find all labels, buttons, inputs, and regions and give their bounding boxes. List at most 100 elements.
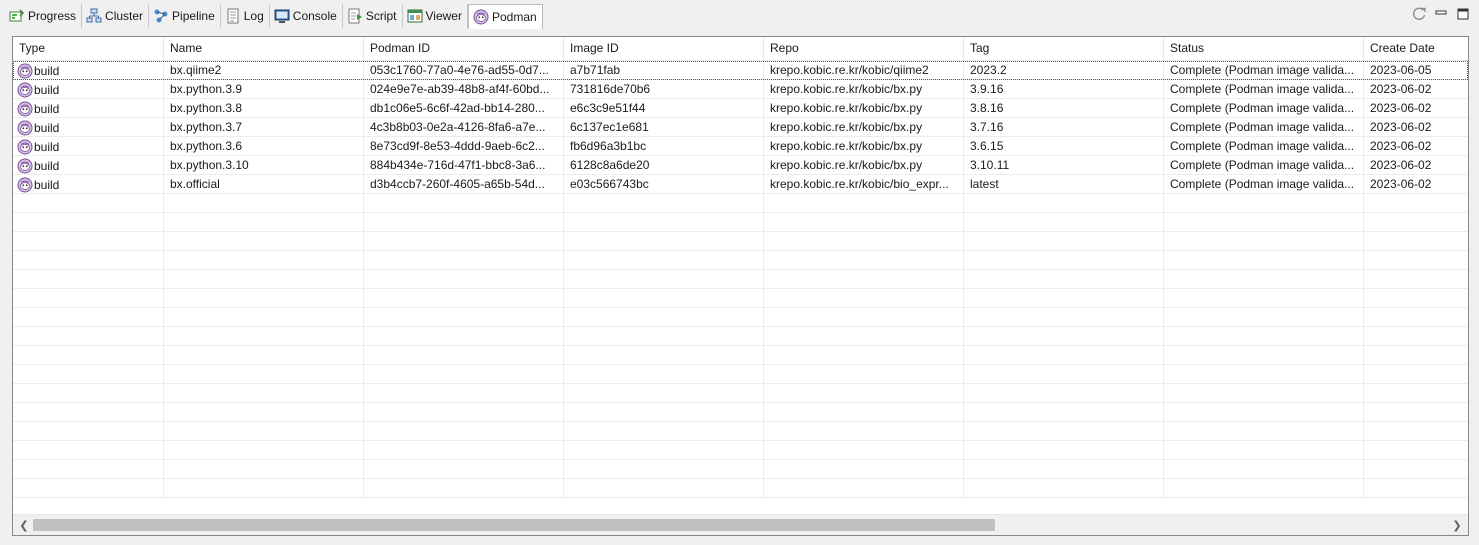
empty-row <box>13 441 1468 460</box>
empty-cell <box>13 365 164 384</box>
cell-podman-id: d3b4ccb7-260f-4605-a65b-54d... <box>364 175 564 194</box>
empty-cell <box>964 213 1164 232</box>
tab-label: Pipeline <box>172 9 215 23</box>
table-row[interactable]: build bx.python.3.9 024e9e7e-ab39-48b8-af4… <box>13 80 1468 99</box>
empty-cell <box>964 346 1164 365</box>
empty-cell <box>964 365 1164 384</box>
table-row[interactable]: build bx.qiime2 053c1760-77a0-4e76-ad55-0d… <box>13 61 1468 80</box>
empty-cell <box>364 384 564 403</box>
table-row[interactable]: build bx.official d3b4ccb7-260f-4605-a65b-… <box>13 175 1468 194</box>
empty-row <box>13 270 1468 289</box>
column-header-name[interactable]: Name <box>164 37 364 61</box>
empty-cell <box>964 194 1164 213</box>
empty-cell <box>1364 213 1468 232</box>
tab-progress[interactable]: Progress <box>5 4 83 28</box>
scroll-right-icon[interactable]: ❯ <box>1448 515 1466 535</box>
table-row[interactable]: build bx.python.3.10 884b434e-716d-47f1-bb… <box>13 156 1468 175</box>
column-header-image-id[interactable]: Image ID <box>564 37 764 61</box>
empty-row <box>13 232 1468 251</box>
cell-text: build <box>34 82 60 97</box>
empty-cell <box>13 289 164 308</box>
column-header-podman-id[interactable]: Podman ID <box>364 37 564 61</box>
tab-podman[interactable]: Podman <box>467 4 543 29</box>
empty-cell <box>1164 289 1364 308</box>
table-row[interactable]: build bx.python.3.7 4c3b8b03-0e2a-4126-8fa… <box>13 118 1468 137</box>
empty-cell <box>1164 384 1364 403</box>
scroll-left-icon[interactable]: ❮ <box>15 515 33 535</box>
log-icon <box>225 8 241 24</box>
empty-cell <box>1364 194 1468 213</box>
empty-cell <box>364 422 564 441</box>
column-header-create-date[interactable]: Create Date <box>1364 37 1468 61</box>
tab-log[interactable]: Log <box>221 4 270 28</box>
empty-row <box>13 479 1468 498</box>
empty-cell <box>164 460 364 479</box>
empty-cell <box>164 384 364 403</box>
empty-cell <box>164 289 364 308</box>
empty-cell <box>964 289 1164 308</box>
cell-name: bx.python.3.8 <box>164 99 364 118</box>
tab-label: Viewer <box>425 9 462 23</box>
empty-cell <box>364 346 564 365</box>
cell-tag: 3.8.16 <box>964 99 1164 118</box>
cell-repo: krepo.kobic.re.kr/kobic/qiime2 <box>764 61 964 80</box>
cell-tag: 3.7.16 <box>964 118 1164 137</box>
tab-label: Progress <box>28 9 77 23</box>
podman-icon <box>17 82 33 98</box>
empty-cell <box>764 213 964 232</box>
refresh-icon[interactable] <box>1411 6 1427 22</box>
column-header-type[interactable]: Type <box>13 37 164 61</box>
empty-cell <box>1364 270 1468 289</box>
tab-script[interactable]: Script <box>343 4 403 28</box>
horizontal-scrollbar[interactable]: ❮ ❯ <box>13 514 1468 535</box>
cell-podman-id: 8e73cd9f-8e53-4ddd-9aeb-6c2... <box>364 137 564 156</box>
empty-cell <box>564 289 764 308</box>
cell-image-id: e6c3c9e51f44 <box>564 99 764 118</box>
cell-tag: 2023.2 <box>964 61 1164 80</box>
podman-icon <box>17 63 33 79</box>
empty-cell <box>964 403 1164 422</box>
empty-cell <box>1164 422 1364 441</box>
table-row[interactable]: build bx.python.3.6 8e73cd9f-8e53-4ddd-9ae… <box>13 137 1468 156</box>
empty-cell <box>964 441 1164 460</box>
column-header-tag[interactable]: Tag <box>964 37 1164 61</box>
cell-tag: latest <box>964 175 1164 194</box>
empty-cell <box>764 194 964 213</box>
empty-cell <box>764 479 964 498</box>
empty-cell <box>764 441 964 460</box>
table-row[interactable]: build bx.python.3.8 db1c06e5-6c6f-42ad-bb1… <box>13 99 1468 118</box>
maximize-icon[interactable] <box>1455 6 1471 22</box>
empty-cell <box>764 270 964 289</box>
column-header-repo[interactable]: Repo <box>764 37 964 61</box>
cell-image-id: 731816de70b6 <box>564 80 764 99</box>
empty-cell <box>1364 346 1468 365</box>
empty-cell <box>564 384 764 403</box>
tab-viewer[interactable]: Viewer <box>403 4 468 28</box>
empty-cell <box>364 270 564 289</box>
scrollbar-thumb[interactable] <box>33 519 996 531</box>
tab-pipeline[interactable]: Pipeline <box>149 4 221 28</box>
cell-repo: krepo.kobic.re.kr/kobic/bx.py <box>764 99 964 118</box>
cell-tag: 3.9.16 <box>964 80 1164 99</box>
empty-row <box>13 422 1468 441</box>
podman-icon <box>17 139 33 155</box>
cell-type: build <box>13 175 164 194</box>
minimize-icon[interactable] <box>1433 6 1449 22</box>
column-header-status[interactable]: Status <box>1164 37 1364 61</box>
empty-cell <box>764 403 964 422</box>
empty-cell <box>164 308 364 327</box>
scrollbar-track[interactable] <box>33 519 1448 531</box>
table-header: Type Name Podman ID Image ID Repo Tag Status Cr… <box>13 37 1468 61</box>
cell-image-id: e03c566743bc <box>564 175 764 194</box>
empty-row <box>13 346 1468 365</box>
empty-cell <box>1364 479 1468 498</box>
empty-cell <box>364 365 564 384</box>
cell-text: build <box>34 63 60 78</box>
cell-repo: krepo.kobic.re.kr/kobic/bx.py <box>764 137 964 156</box>
cell-type: build <box>13 99 164 118</box>
tab-cluster[interactable]: Cluster <box>82 4 150 28</box>
empty-row <box>13 289 1468 308</box>
cell-image-id: 6c137ec1e681 <box>564 118 764 137</box>
tab-console[interactable]: Console <box>270 4 343 28</box>
cell-status: Complete (Podman image valida... <box>1164 175 1364 194</box>
